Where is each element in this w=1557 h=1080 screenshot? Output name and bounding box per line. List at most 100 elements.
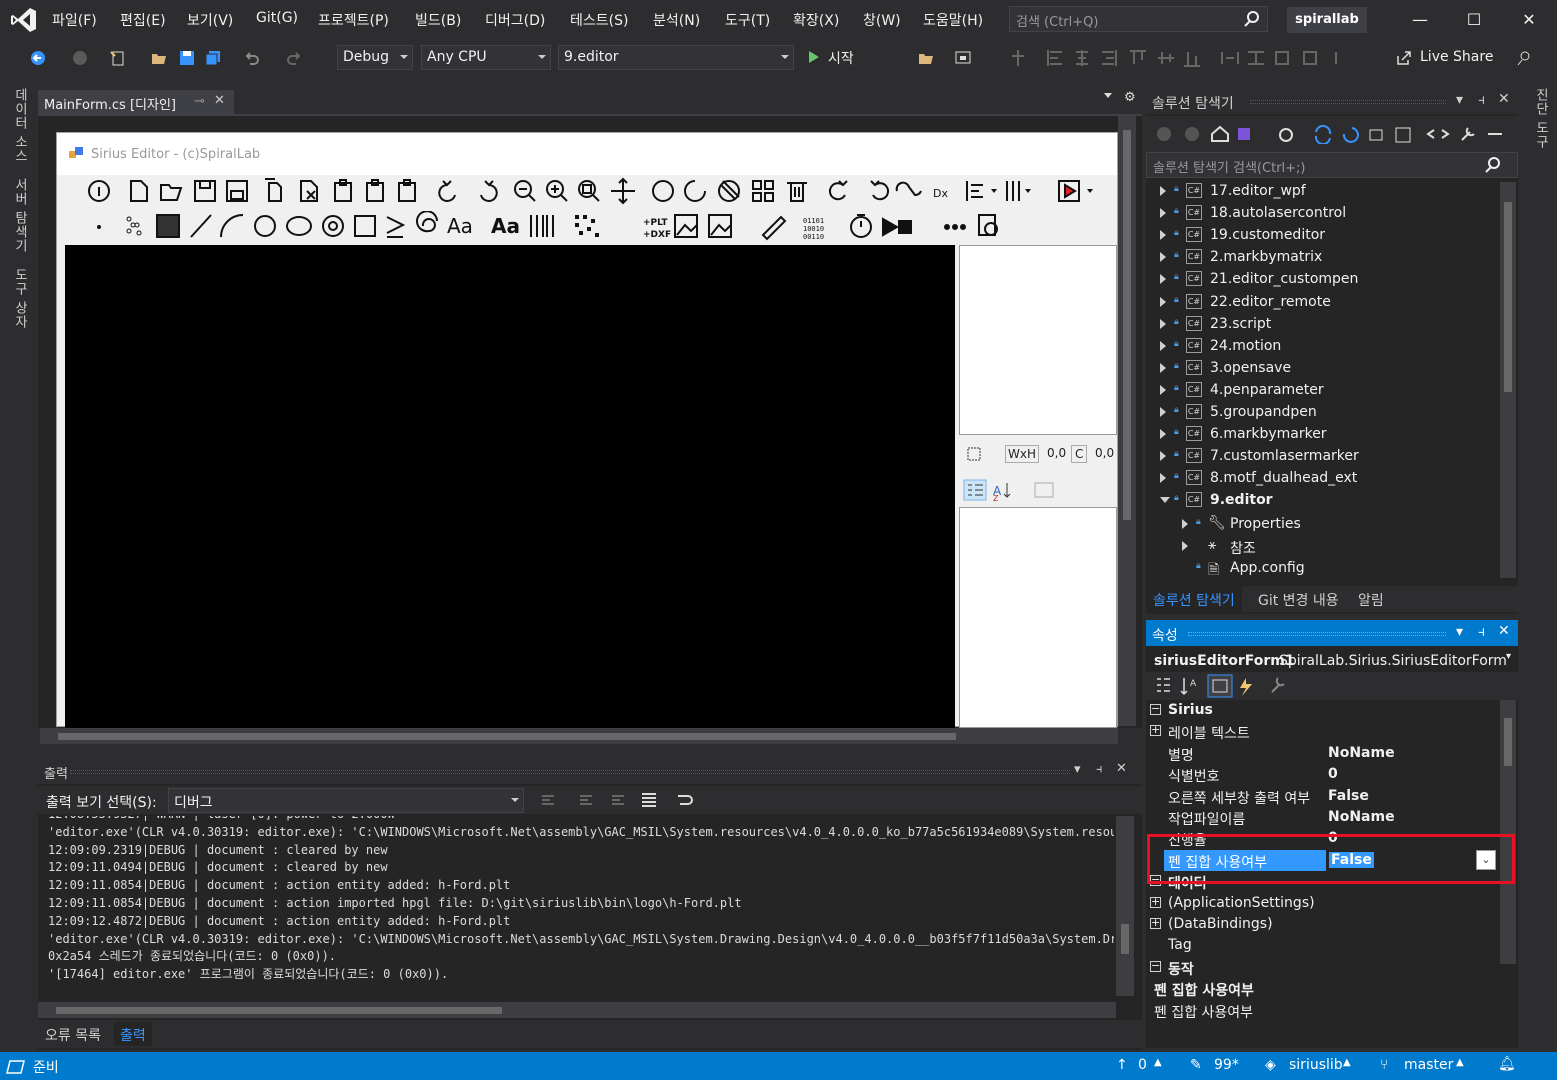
- expand-icon[interactable]: [1160, 230, 1166, 241]
- tree-item[interactable]: 🔒︎ C# 18.autolasercontrol: [1146, 202, 1498, 224]
- tree-item[interactable]: 🔒︎ C# 24.motion: [1146, 335, 1498, 357]
- solution-toolbar-icons[interactable]: [1156, 124, 1506, 144]
- status-repo[interactable]: siriuslib: [1289, 1057, 1343, 1073]
- property-category[interactable]: − 동작: [1146, 957, 1498, 978]
- menu-item-11[interactable]: 창(W): [863, 10, 901, 30]
- gear-icon[interactable]: ⚙: [1124, 90, 1136, 105]
- expand-icon[interactable]: [1160, 252, 1166, 263]
- property-grid-tool-icons[interactable]: A Z: [963, 479, 1063, 501]
- menu-item-3[interactable]: Git(G): [256, 10, 298, 26]
- pin-icon[interactable]: ⊸: [194, 94, 205, 109]
- properties-toolbar-icons[interactable]: A: [1154, 674, 1304, 698]
- notification-bell-icon[interactable]: 🔔︎: [1498, 1056, 1516, 1072]
- tab-git-changes[interactable]: Git 변경 내용: [1258, 590, 1339, 610]
- collapse-icon[interactable]: −: [1150, 703, 1161, 715]
- collapse-icon[interactable]: −: [1150, 960, 1161, 972]
- tree-item[interactable]: 🔒︎ C# 21.editor_custompen: [1146, 268, 1498, 290]
- property-group[interactable]: + (DataBindings): [1146, 914, 1498, 935]
- expand-icon[interactable]: [1160, 451, 1166, 462]
- status-up-count[interactable]: 0: [1138, 1057, 1147, 1073]
- close-window-button[interactable]: ✕: [1509, 6, 1549, 34]
- expand-icon[interactable]: [1160, 429, 1166, 440]
- solution-search-input[interactable]: 솔루션 탐색기 검색(Ctrl+;): [1146, 152, 1518, 178]
- push-icon[interactable]: ↑: [1116, 1057, 1128, 1073]
- status-branch[interactable]: master: [1404, 1057, 1453, 1073]
- redo-icon[interactable]: [286, 50, 302, 66]
- properties-object-select[interactable]: siriusEditorForm1 SpiralLab.Sirius.Siriu…: [1146, 648, 1518, 672]
- editor-toolbar-main-icons[interactable]: Dx: [63, 177, 1113, 205]
- expand-icon[interactable]: [1160, 497, 1170, 504]
- tab-error-list[interactable]: 오류 목록: [45, 1025, 101, 1045]
- expand-icon[interactable]: [1160, 362, 1166, 373]
- maximize-button[interactable]: ☐: [1454, 6, 1494, 34]
- tree-item[interactable]: 🔒︎ C# 23.script: [1146, 313, 1498, 335]
- output-close-icon[interactable]: ✕: [1116, 761, 1127, 776]
- menu-item-5[interactable]: 빌드(B): [415, 10, 461, 30]
- properties-menu-icon[interactable]: ▾: [1456, 624, 1463, 640]
- platform-select[interactable]: Any CPU: [421, 45, 551, 70]
- property-row[interactable]: 작업파일이름 NoName: [1146, 807, 1498, 828]
- tree-item[interactable]: 🔒︎ C# 17.editor_wpf: [1146, 180, 1498, 202]
- tree-item[interactable]: 🔒︎ C# 7.customlasermarker: [1146, 445, 1498, 467]
- solution-pin-icon[interactable]: ⫞: [1478, 92, 1485, 108]
- output-pin-icon[interactable]: ⫞: [1096, 762, 1103, 777]
- editor-toolbar-entities-icons[interactable]: Aa Aa +PLT +DXF 01101 10010 00110: [87, 211, 1007, 241]
- expand-icon[interactable]: [1160, 296, 1166, 307]
- menu-item-4[interactable]: 프로젝트(P): [318, 10, 389, 30]
- property-group[interactable]: + (ApplicationSettings): [1146, 893, 1498, 914]
- save-all-icon[interactable]: [205, 50, 221, 66]
- menu-item-6[interactable]: 디버그(D): [485, 10, 545, 30]
- solution-close-icon[interactable]: ✕: [1498, 91, 1510, 107]
- properties-vertical-scrollbar[interactable]: [1500, 700, 1516, 964]
- output-vertical-scrollbar[interactable]: [1116, 816, 1134, 996]
- drawing-canvas[interactable]: [65, 245, 955, 728]
- bounding-box-icon[interactable]: [965, 445, 985, 463]
- tree-child-item[interactable]: ⚹ 참조: [1146, 535, 1498, 557]
- tab-notifications[interactable]: 알림: [1358, 590, 1384, 610]
- close-tab-icon[interactable]: ✕: [214, 93, 225, 108]
- snapshot-icon[interactable]: [955, 50, 971, 66]
- property-row[interactable]: 별명 NoName: [1146, 743, 1498, 764]
- property-row[interactable]: Tag: [1146, 935, 1498, 956]
- expand-icon[interactable]: +: [1150, 724, 1161, 737]
- property-group[interactable]: + 레이블 텍스트: [1146, 721, 1498, 742]
- tab-output[interactable]: 출력: [114, 1022, 152, 1046]
- tree-item[interactable]: 🔒︎ C# 2.markbymatrix: [1146, 246, 1498, 268]
- forward-icon[interactable]: [72, 50, 88, 66]
- expand-icon[interactable]: +: [1150, 896, 1161, 908]
- tree-item[interactable]: 🔒︎ C# 22.editor_remote: [1146, 291, 1498, 313]
- output-source-select[interactable]: 디버그: [168, 788, 524, 813]
- output-menu-icon[interactable]: ▾: [1074, 762, 1081, 777]
- menu-item-7[interactable]: 테스트(S): [570, 10, 628, 30]
- expand-icon[interactable]: [1160, 274, 1166, 285]
- expand-icon[interactable]: [1182, 518, 1188, 529]
- configuration-select[interactable]: Debug: [337, 45, 413, 70]
- menu-item-12[interactable]: 도움말(H): [923, 10, 983, 30]
- expand-icon[interactable]: [1182, 540, 1188, 551]
- menu-item-10[interactable]: 확장(X): [793, 10, 839, 30]
- expand-icon[interactable]: [1160, 208, 1166, 219]
- new-project-icon[interactable]: [110, 50, 126, 66]
- solution-menu-icon[interactable]: ▾: [1456, 92, 1463, 108]
- tree-child-item[interactable]: 🔒︎ 🔧︎ Properties: [1146, 513, 1498, 535]
- save-icon[interactable]: [179, 50, 195, 66]
- menu-item-8[interactable]: 분석(N): [653, 10, 700, 30]
- expand-icon[interactable]: +: [1150, 917, 1161, 929]
- entity-tree-panel[interactable]: [959, 245, 1117, 435]
- tab-list-dropdown-icon[interactable]: [1104, 93, 1112, 98]
- output-toolbar-icons[interactable]: [538, 790, 718, 810]
- tree-item[interactable]: 🔒︎ C# 8.motf_dualhead_ext: [1146, 467, 1498, 489]
- tab-toolbox[interactable]: 도구 상자: [10, 268, 29, 329]
- expand-icon[interactable]: [1160, 318, 1166, 329]
- tab-solution-explorer[interactable]: 솔루션 탐색기: [1146, 586, 1242, 612]
- tree-item[interactable]: 🔒︎ C# 6.markbymarker: [1146, 423, 1498, 445]
- feedback-icon[interactable]: [1516, 50, 1532, 66]
- tree-item[interactable]: 🔒︎ C# 3.opensave: [1146, 357, 1498, 379]
- undo-icon[interactable]: [244, 50, 260, 66]
- tree-item[interactable]: 🔒︎ C# 9.editor: [1146, 489, 1498, 511]
- menu-item-9[interactable]: 도구(T): [725, 10, 770, 30]
- solution-vertical-scrollbar[interactable]: [1500, 182, 1516, 578]
- output-text[interactable]: 12:08:55.9527| WARN | laser [0]: power t…: [48, 816, 1114, 996]
- property-category[interactable]: − Sirius: [1146, 700, 1498, 721]
- menu-item-0[interactable]: 파일(F): [52, 10, 97, 30]
